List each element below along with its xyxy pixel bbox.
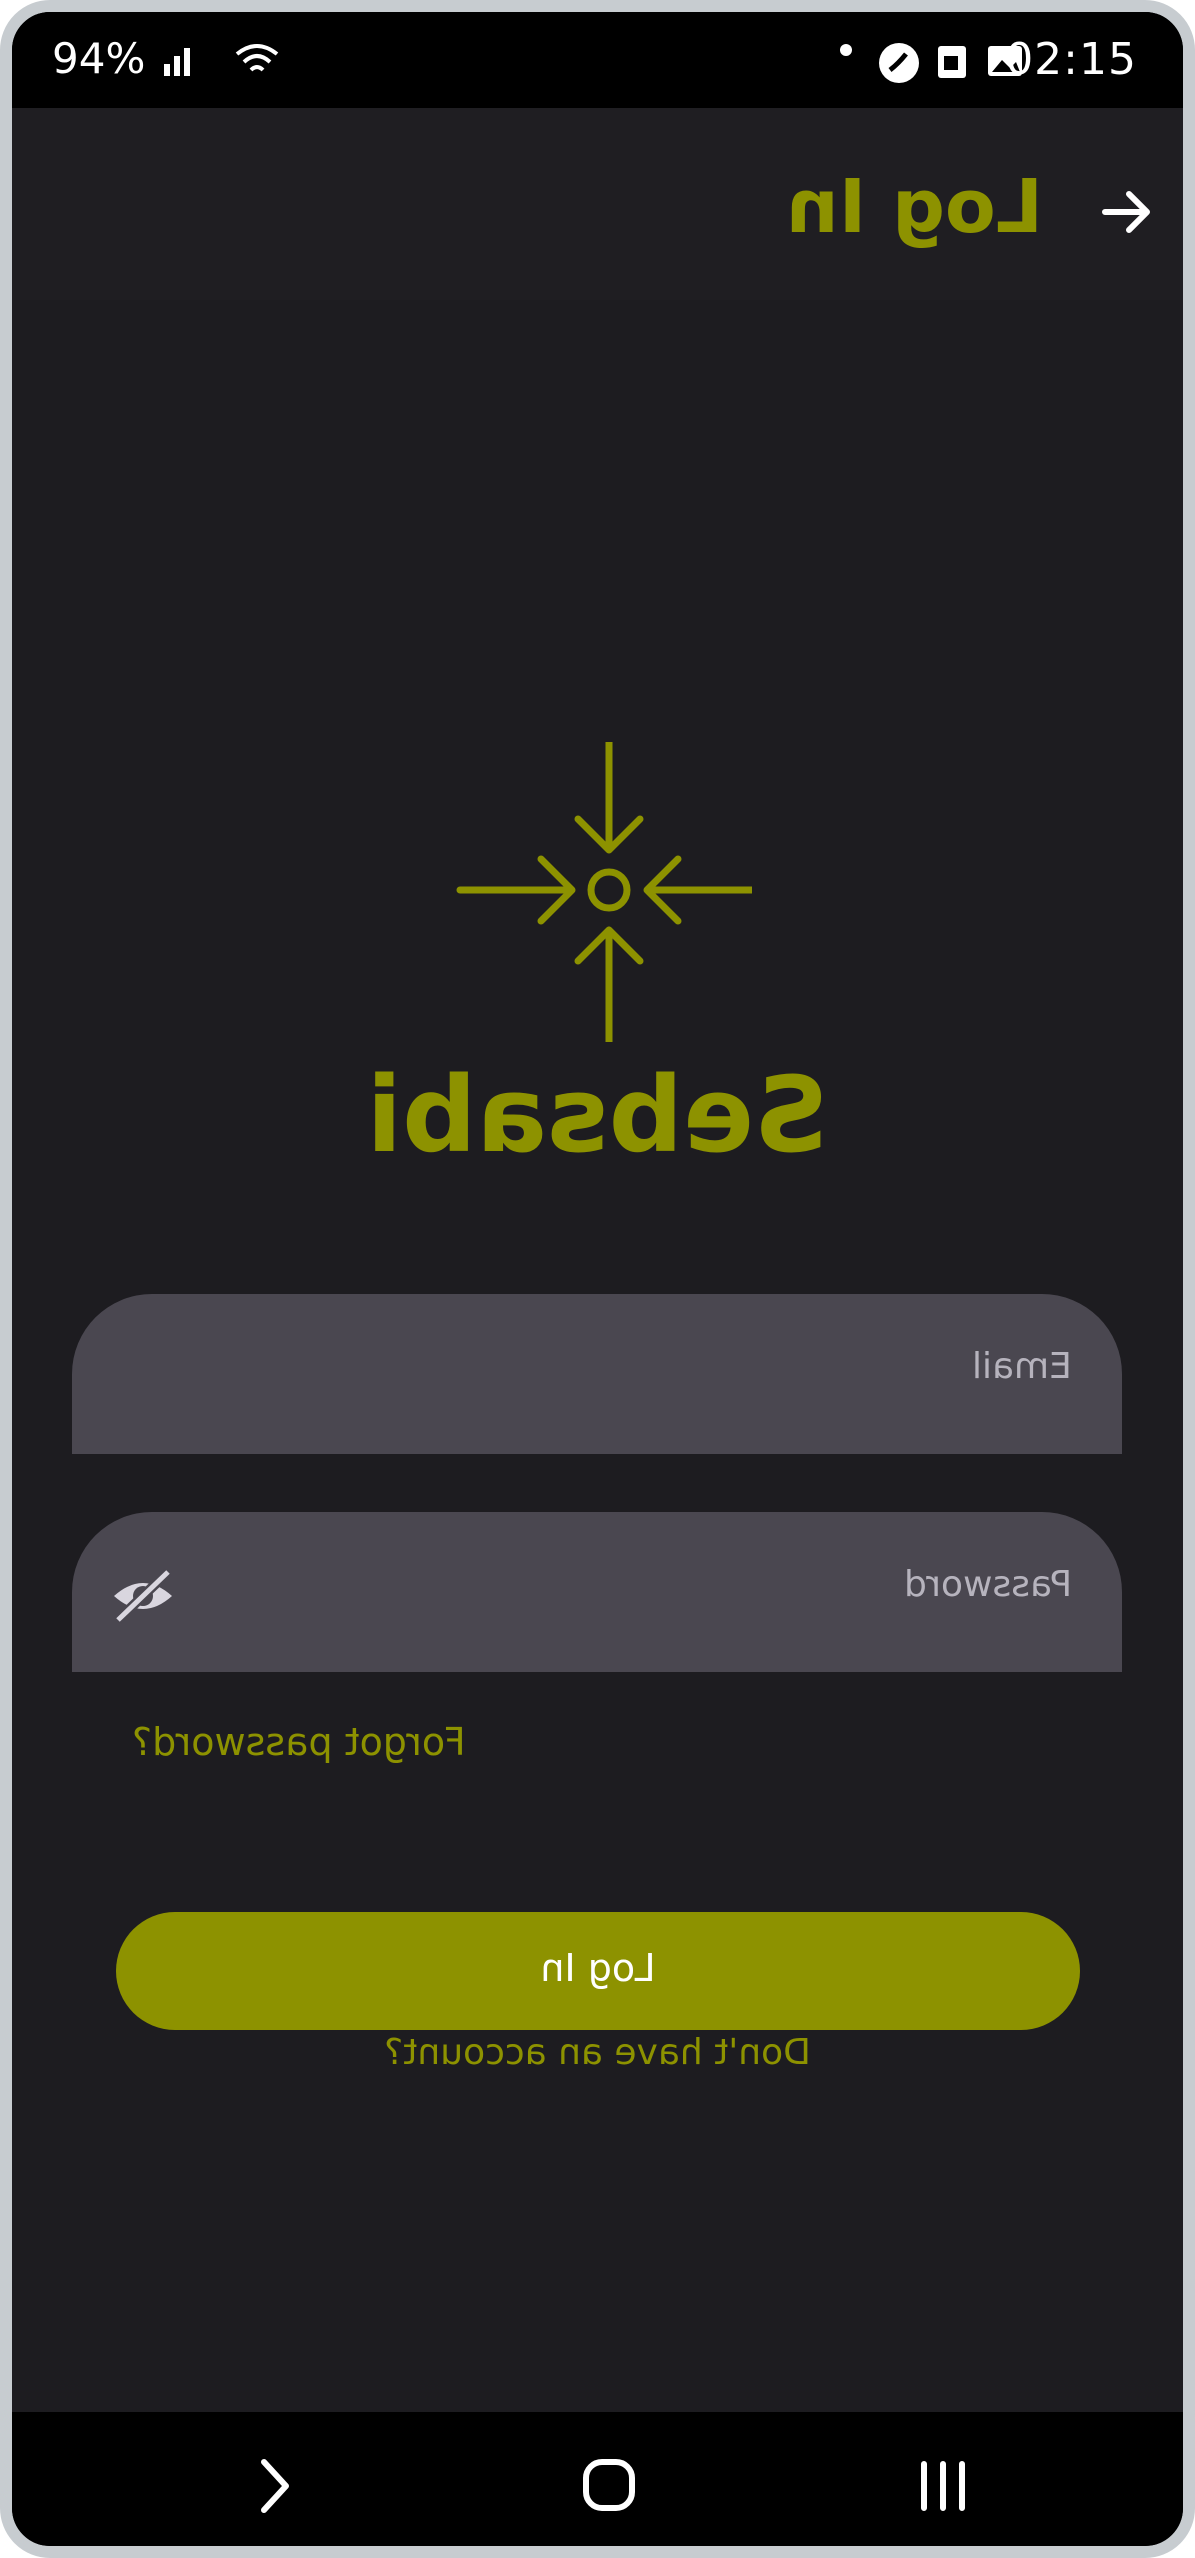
- back-arrow-icon[interactable]: [1097, 182, 1157, 242]
- wifi-icon: [235, 44, 279, 72]
- clock: 02:15: [1005, 34, 1137, 85]
- signup-link[interactable]: Don't have an account?: [12, 2032, 1183, 2073]
- status-bar: 94% 02:15: [12, 12, 1183, 108]
- battery-level: 94%: [52, 34, 146, 83]
- navigation-bar: [12, 2412, 1183, 2546]
- login-button-label: Log In: [540, 1946, 656, 1990]
- phone-icon: [879, 43, 919, 83]
- back-nav-icon[interactable]: [228, 2446, 318, 2526]
- page-title: Log In: [786, 164, 1043, 250]
- converging-arrows-logo: [456, 742, 752, 1042]
- brand-name: Sebsabi: [366, 1054, 829, 1176]
- app-bar: Log In: [12, 108, 1183, 300]
- recents-nav-icon[interactable]: [898, 2446, 988, 2526]
- forgot-password-link[interactable]: Forgot password?: [132, 1720, 466, 1764]
- email-field[interactable]: Email: [72, 1294, 1122, 1454]
- password-field[interactable]: Password: [72, 1512, 1122, 1672]
- eye-off-icon[interactable]: [108, 1566, 178, 1626]
- login-button[interactable]: Log In: [116, 1912, 1080, 2030]
- home-nav-icon[interactable]: [564, 2446, 654, 2526]
- signal-icon: [164, 48, 190, 76]
- dot-icon: [840, 44, 852, 56]
- sim-icon: [938, 46, 966, 78]
- login-screen: Log In Sebsabi Email Password Forgot pas…: [12, 108, 1183, 2412]
- phone-frame: 94% 02:15 Log In Sebsabi Email Password …: [0, 0, 1195, 2558]
